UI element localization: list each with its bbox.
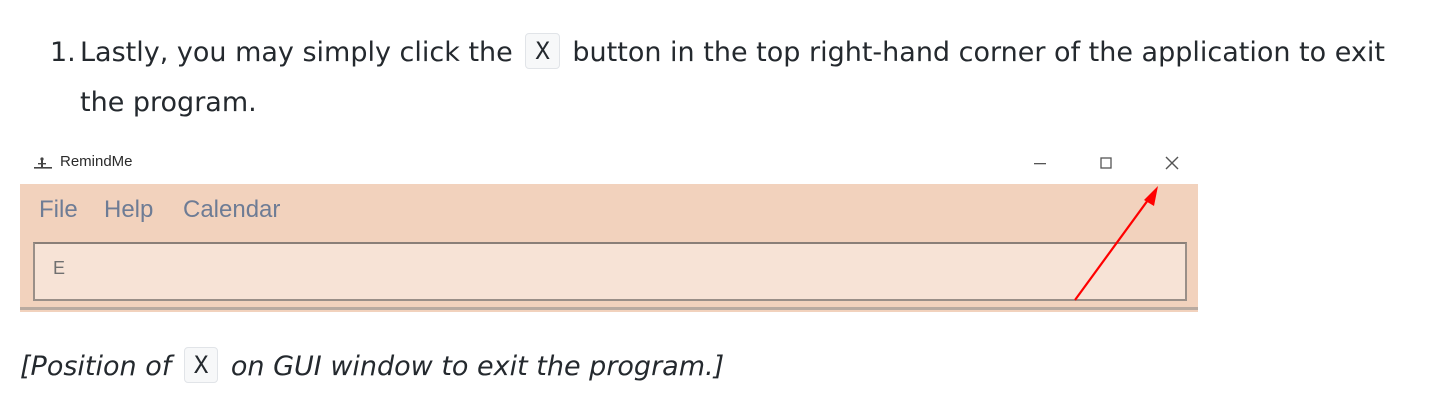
caption-key: X <box>183 347 219 383</box>
figure-caption: [Position of X on GUI window to exit the… <box>20 346 724 388</box>
step-text-before: Lastly, you may simply click the <box>80 37 513 68</box>
caption-after: on GUI window to exit the program.] <box>230 351 725 382</box>
app-window-screenshot: RemindMe File Help Calendar E <box>20 142 1198 312</box>
step-key: X <box>525 33 560 69</box>
step-text: Lastly, you may simply click the X butto… <box>80 28 1410 128</box>
instruction-step: 1. Lastly, you may simply click the X bu… <box>50 28 1410 128</box>
caption-before: [Position of <box>20 351 172 382</box>
step-number: 1. <box>50 37 76 68</box>
arrow-pointer <box>1074 186 1158 301</box>
